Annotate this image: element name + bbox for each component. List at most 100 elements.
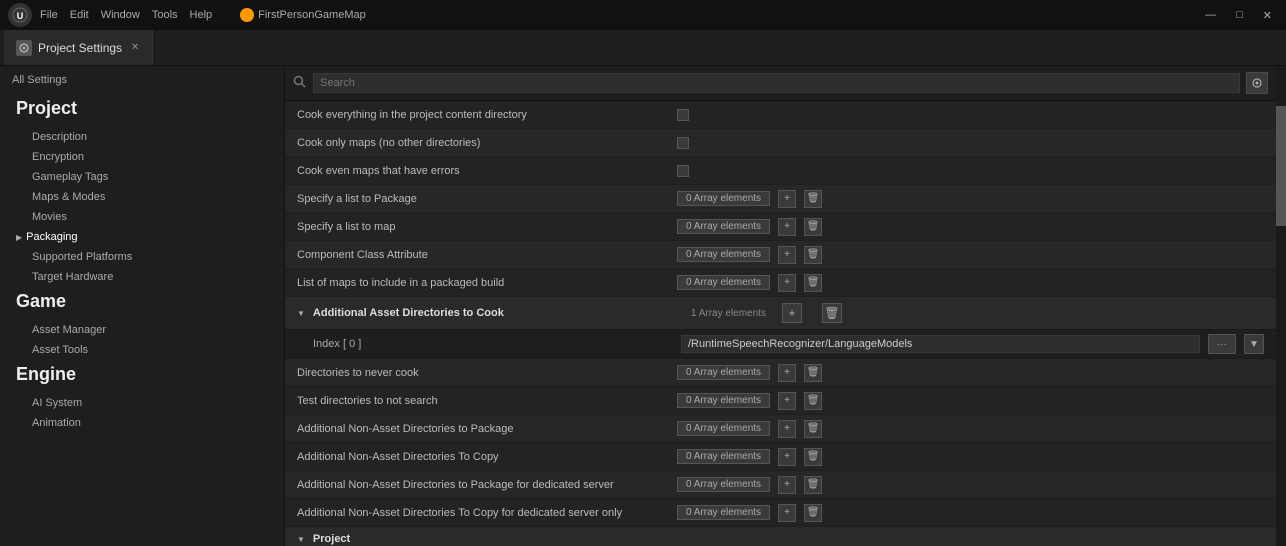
add-btn-specify-map[interactable]: + bbox=[778, 218, 796, 236]
del-btn-specify-package[interactable]: 🗑 bbox=[804, 190, 822, 208]
array-expand-button[interactable]: ▼ bbox=[1244, 334, 1264, 354]
setting-label: Additional Non-Asset Directories To Copy… bbox=[297, 507, 677, 519]
sidebar-item-animation[interactable]: Animation bbox=[0, 413, 284, 433]
tag-specify-map: 0 Array elements bbox=[677, 219, 770, 234]
additional-asset-del-button[interactable]: 🗑 bbox=[822, 303, 842, 323]
sidebar-item-packaging[interactable]: ▶ Packaging bbox=[0, 227, 284, 247]
del-btn-never-cook[interactable]: 🗑 bbox=[804, 364, 822, 382]
table-row: Additional Non-Asset Directories To Copy… bbox=[285, 443, 1276, 471]
checkbox-cook-errors[interactable] bbox=[677, 165, 689, 177]
array-index-label: Index [ 0 ] bbox=[313, 338, 673, 350]
search-icon bbox=[293, 75, 307, 92]
sidebar-item-target-hardware[interactable]: Target Hardware bbox=[0, 267, 284, 287]
del-btn-non-asset-copy-dedicated[interactable]: 🗑 bbox=[804, 504, 822, 522]
minimize-button[interactable]: — bbox=[1199, 7, 1222, 24]
add-btn-never-cook[interactable]: + bbox=[778, 364, 796, 382]
setting-value: 0 Array elements + 🗑 bbox=[677, 448, 1264, 466]
tag-maps-include: 0 Array elements bbox=[677, 275, 770, 290]
additional-asset-section-header: ▼ Additional Asset Directories to Cook 1… bbox=[285, 297, 1276, 330]
search-input[interactable] bbox=[313, 73, 1240, 93]
del-btn-component-class[interactable]: 🗑 bbox=[804, 246, 822, 264]
setting-value: 0 Array elements + 🗑 bbox=[677, 274, 1264, 292]
bottom-section-title: Project bbox=[313, 533, 683, 545]
tab-close-button[interactable]: ✕ bbox=[128, 41, 142, 55]
checkbox-cook-only-maps[interactable] bbox=[677, 137, 689, 149]
setting-label: Cook only maps (no other directories) bbox=[297, 137, 677, 149]
sidebar-item-asset-manager[interactable]: Asset Manager bbox=[0, 320, 284, 340]
content-panel: Cook everything in the project content d… bbox=[285, 66, 1276, 546]
sidebar-item-ai-system[interactable]: AI System bbox=[0, 393, 284, 413]
add-btn-component-class[interactable]: + bbox=[778, 246, 796, 264]
tag-test-dirs: 0 Array elements bbox=[677, 393, 770, 408]
setting-label: Specify a list to map bbox=[297, 221, 677, 233]
table-row: Component Class Attribute 0 Array elemen… bbox=[285, 241, 1276, 269]
search-settings-button[interactable] bbox=[1246, 72, 1268, 94]
sidebar-item-description[interactable]: Description bbox=[0, 127, 284, 147]
setting-value: 0 Array elements + 🗑 bbox=[677, 218, 1264, 236]
setting-value: 0 Array elements + 🗑 bbox=[677, 190, 1264, 208]
array-dots-button[interactable]: ··· bbox=[1208, 334, 1236, 354]
add-btn-test-dirs[interactable]: + bbox=[778, 392, 796, 410]
setting-value bbox=[677, 137, 1264, 149]
tag-never-cook: 0 Array elements bbox=[677, 365, 770, 380]
add-btn-maps-include[interactable]: + bbox=[778, 274, 796, 292]
del-btn-non-asset-package[interactable]: 🗑 bbox=[804, 420, 822, 438]
setting-label: Component Class Attribute bbox=[297, 249, 677, 261]
project-settings-tab[interactable]: Project Settings ✕ bbox=[4, 30, 155, 65]
array-item-row: Index [ 0 ] ··· ▼ bbox=[285, 330, 1276, 359]
sidebar-item-gameplay-tags[interactable]: Gameplay Tags bbox=[0, 167, 284, 187]
add-btn-non-asset-package-dedicated[interactable]: + bbox=[778, 476, 796, 494]
del-btn-test-dirs[interactable]: 🗑 bbox=[804, 392, 822, 410]
additional-asset-count: 1 Array elements bbox=[691, 308, 766, 319]
sidebar-section-project: Project bbox=[0, 94, 284, 127]
add-btn-specify-package[interactable]: + bbox=[778, 190, 796, 208]
del-btn-non-asset-copy[interactable]: 🗑 bbox=[804, 448, 822, 466]
tab-bar: Project Settings ✕ bbox=[0, 30, 1286, 66]
sidebar-item-asset-tools[interactable]: Asset Tools bbox=[0, 340, 284, 360]
maximize-button[interactable]: □ bbox=[1230, 7, 1249, 24]
del-btn-non-asset-package-dedicated[interactable]: 🗑 bbox=[804, 476, 822, 494]
additional-asset-add-button[interactable]: + bbox=[782, 303, 802, 323]
setting-label: Additional Non-Asset Directories to Pack… bbox=[297, 479, 677, 491]
packaging-label: Packaging bbox=[26, 231, 77, 243]
table-row: Cook everything in the project content d… bbox=[285, 101, 1276, 129]
menu-file[interactable]: File bbox=[40, 9, 58, 21]
add-btn-non-asset-copy-dedicated[interactable]: + bbox=[778, 504, 796, 522]
del-btn-specify-map[interactable]: 🗑 bbox=[804, 218, 822, 236]
setting-value: 0 Array elements + 🗑 bbox=[677, 476, 1264, 494]
setting-value: 0 Array elements + 🗑 bbox=[677, 392, 1264, 410]
menu-bar: File Edit Window Tools Help bbox=[40, 9, 212, 21]
add-btn-non-asset-package[interactable]: + bbox=[778, 420, 796, 438]
sidebar-item-encryption[interactable]: Encryption bbox=[0, 147, 284, 167]
close-button[interactable]: ✕ bbox=[1257, 7, 1278, 24]
menu-window[interactable]: Window bbox=[101, 9, 140, 21]
additional-asset-section-title: Additional Asset Directories to Cook bbox=[313, 307, 683, 319]
sidebar-item-supported-platforms[interactable]: Supported Platforms bbox=[0, 247, 284, 267]
sidebar-item-maps-modes[interactable]: Maps & Modes bbox=[0, 187, 284, 207]
setting-value: 0 Array elements + 🗑 bbox=[677, 246, 1264, 264]
tag-non-asset-package: 0 Array elements bbox=[677, 421, 770, 436]
menu-edit[interactable]: Edit bbox=[70, 9, 89, 21]
right-scrollbar[interactable] bbox=[1276, 66, 1286, 546]
section-toggle-icon[interactable]: ▼ bbox=[297, 309, 305, 318]
menu-help[interactable]: Help bbox=[190, 9, 213, 21]
titlebar: U File Edit Window Tools Help FirstPerso… bbox=[0, 0, 1286, 30]
scrollbar-thumb bbox=[1276, 106, 1286, 226]
table-row: List of maps to include in a packaged bu… bbox=[285, 269, 1276, 297]
setting-label: Specify a list to Package bbox=[297, 193, 677, 205]
sidebar-section-game: Game bbox=[0, 287, 284, 320]
tag-component-class: 0 Array elements bbox=[677, 247, 770, 262]
tab-label: Project Settings bbox=[38, 41, 122, 55]
sidebar: All Settings Project Description Encrypt… bbox=[0, 66, 285, 546]
add-btn-non-asset-copy[interactable]: + bbox=[778, 448, 796, 466]
table-row: Additional Non-Asset Directories to Pack… bbox=[285, 415, 1276, 443]
del-btn-maps-include[interactable]: 🗑 bbox=[804, 274, 822, 292]
menu-tools[interactable]: Tools bbox=[152, 9, 178, 21]
sidebar-item-movies[interactable]: Movies bbox=[0, 207, 284, 227]
settings-scroll-area[interactable]: Cook everything in the project content d… bbox=[285, 101, 1276, 546]
checkbox-cook-everything[interactable] bbox=[677, 109, 689, 121]
bottom-section-header: ▼ Project bbox=[285, 527, 1276, 546]
array-value-input[interactable] bbox=[681, 335, 1200, 353]
bottom-section-toggle-icon[interactable]: ▼ bbox=[297, 535, 305, 544]
all-settings-link[interactable]: All Settings bbox=[0, 66, 284, 94]
